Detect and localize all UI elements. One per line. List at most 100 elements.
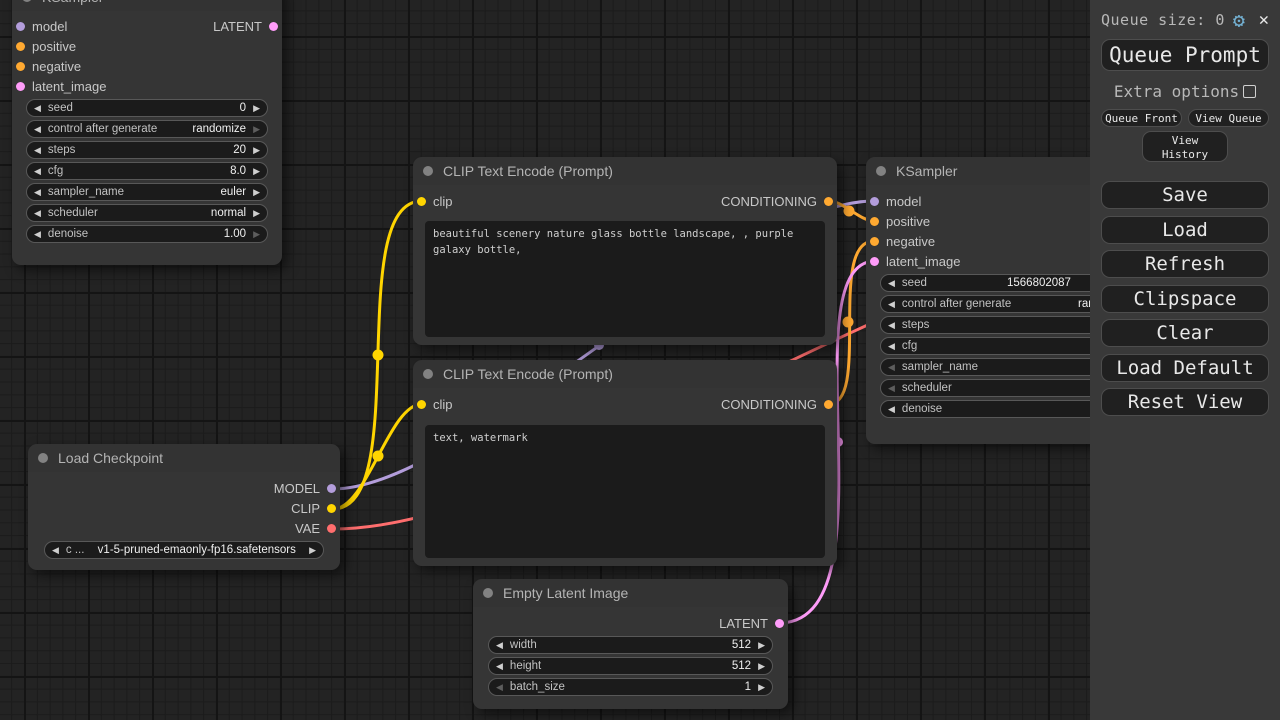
refresh-button[interactable]: Refresh xyxy=(1101,250,1269,278)
menu-sidebar: Queue size: 0 ⚙ ✕ Queue Prompt Extra opt… xyxy=(1090,0,1280,720)
queue-front-button[interactable]: Queue Front xyxy=(1101,109,1182,127)
input-label: positive xyxy=(886,214,930,229)
output-slot-latent[interactable] xyxy=(269,22,278,31)
node-load-checkpoint[interactable]: Load Checkpoint MODEL CLIP VAE ◀ c ... v… xyxy=(28,444,340,570)
increment-arrow-icon[interactable]: ▶ xyxy=(253,167,260,176)
output-slot-latent[interactable] xyxy=(775,619,784,628)
widget-value: euler xyxy=(221,186,247,198)
positive-prompt-textarea[interactable]: beautiful scenery nature glass bottle la… xyxy=(425,221,825,337)
widget-value: 20 xyxy=(233,144,246,156)
widget-label: c ... xyxy=(66,544,85,556)
decrement-arrow-icon[interactable]: ◀ xyxy=(34,104,41,113)
output-slot-vae[interactable] xyxy=(327,524,336,533)
widget-batch-size[interactable]: ◀ batch_size 1 ▶ xyxy=(488,678,773,696)
load-button[interactable]: Load xyxy=(1101,216,1269,244)
settings-gear-icon[interactable]: ⚙ xyxy=(1233,10,1245,30)
input-slot-model[interactable] xyxy=(16,22,25,31)
input-slot-latent-image[interactable] xyxy=(16,82,25,91)
decrement-arrow-icon[interactable]: ◀ xyxy=(52,546,59,555)
decrement-arrow-icon[interactable]: ◀ xyxy=(34,146,41,155)
increment-arrow-icon[interactable]: ▶ xyxy=(253,104,260,113)
node-ksampler-top-left[interactable]: KSampler model LATENT positive negative … xyxy=(12,0,282,265)
widget-width[interactable]: ◀ width 512 ▶ xyxy=(488,636,773,654)
node-title: KSampler xyxy=(42,0,103,5)
queue-prompt-button[interactable]: Queue Prompt xyxy=(1101,39,1269,71)
increment-arrow-icon[interactable]: ▶ xyxy=(253,125,260,134)
widget-label: steps xyxy=(902,319,930,331)
input-slot-clip[interactable] xyxy=(417,197,426,206)
increment-arrow-icon[interactable]: ▶ xyxy=(253,209,260,218)
increment-arrow-icon[interactable]: ▶ xyxy=(758,683,765,692)
decrement-arrow-icon[interactable]: ◀ xyxy=(34,230,41,239)
decrement-arrow-icon[interactable]: ◀ xyxy=(34,188,41,197)
reset-view-button[interactable]: Reset View xyxy=(1101,388,1269,416)
node-clip-text-encode-negative[interactable]: CLIP Text Encode (Prompt) clip CONDITION… xyxy=(413,360,837,566)
increment-arrow-icon[interactable]: ▶ xyxy=(253,188,260,197)
input-slot-model[interactable] xyxy=(870,197,879,206)
widget-steps[interactable]: ◀ steps 20 ▶ xyxy=(26,141,268,159)
output-slot-clip[interactable] xyxy=(327,504,336,513)
collapse-dot[interactable] xyxy=(22,0,32,2)
extra-options-checkbox[interactable] xyxy=(1243,85,1256,98)
output-slot-model[interactable] xyxy=(327,484,336,493)
node-empty-latent-image[interactable]: Empty Latent Image LATENT ◀ width 512 ▶ … xyxy=(473,579,788,709)
widget-ckpt-name[interactable]: ◀ c ... v1-5-pruned-emaonly-fp16.safeten… xyxy=(44,541,324,559)
input-slot-positive[interactable] xyxy=(870,217,879,226)
clear-button[interactable]: Clear xyxy=(1101,319,1269,347)
collapse-dot[interactable] xyxy=(423,166,433,176)
load-default-button[interactable]: Load Default xyxy=(1101,354,1269,382)
decrement-arrow-icon[interactable]: ◀ xyxy=(496,641,503,650)
output-slot-conditioning[interactable] xyxy=(824,197,833,206)
widget-sampler-name[interactable]: ◀ sampler_name euler ▶ xyxy=(26,183,268,201)
decrement-arrow-icon[interactable]: ◀ xyxy=(34,125,41,134)
decrement-arrow-icon[interactable]: ◀ xyxy=(34,167,41,176)
collapse-dot[interactable] xyxy=(423,369,433,379)
widget-denoise[interactable]: ◀ denoise 1.00 ▶ xyxy=(26,225,268,243)
decrement-arrow-icon[interactable]: ◀ xyxy=(888,279,895,288)
view-history-button[interactable]: View History xyxy=(1142,131,1228,162)
input-slot-clip[interactable] xyxy=(417,400,426,409)
input-slot-negative[interactable] xyxy=(16,62,25,71)
widget-value: 0 xyxy=(240,102,246,114)
widget-scheduler[interactable]: ◀ scheduler normal ▶ xyxy=(26,204,268,222)
clipspace-button[interactable]: Clipspace xyxy=(1101,285,1269,313)
decrement-arrow-icon[interactable]: ◀ xyxy=(888,405,895,414)
output-label: CLIP xyxy=(291,501,320,516)
widget-seed[interactable]: ◀ seed 0 ▶ xyxy=(26,99,268,117)
widget-label: scheduler xyxy=(902,382,952,394)
node-graph-canvas[interactable]: KSampler model LATENT positive negative … xyxy=(0,0,1280,720)
decrement-arrow-icon[interactable]: ◀ xyxy=(888,342,895,351)
input-slot-positive[interactable] xyxy=(16,42,25,51)
input-slot-negative[interactable] xyxy=(870,237,879,246)
view-queue-button[interactable]: View Queue xyxy=(1188,109,1269,127)
output-slot-conditioning[interactable] xyxy=(824,400,833,409)
close-menu-icon[interactable]: ✕ xyxy=(1259,12,1269,29)
decrement-arrow-icon[interactable]: ◀ xyxy=(888,384,895,393)
widget-label: scheduler xyxy=(48,207,98,219)
increment-arrow-icon[interactable]: ▶ xyxy=(253,146,260,155)
increment-arrow-icon[interactable]: ▶ xyxy=(758,641,765,650)
save-button[interactable]: Save xyxy=(1101,181,1269,209)
collapse-dot[interactable] xyxy=(876,166,886,176)
widget-control-after-generate[interactable]: ◀ control after generate randomize ▶ xyxy=(26,120,268,138)
decrement-arrow-icon[interactable]: ◀ xyxy=(888,300,895,309)
widget-height[interactable]: ◀ height 512 ▶ xyxy=(488,657,773,675)
decrement-arrow-icon[interactable]: ◀ xyxy=(888,321,895,330)
collapse-dot[interactable] xyxy=(38,453,48,463)
output-label: LATENT xyxy=(719,616,768,631)
negative-prompt-textarea[interactable]: text, watermark xyxy=(425,425,825,558)
decrement-arrow-icon[interactable]: ◀ xyxy=(496,683,503,692)
widget-cfg[interactable]: ◀ cfg 8.0 ▶ xyxy=(26,162,268,180)
input-label: negative xyxy=(886,234,935,249)
decrement-arrow-icon[interactable]: ◀ xyxy=(496,662,503,671)
wire-dot xyxy=(843,317,854,328)
input-label: latent_image xyxy=(32,79,106,94)
increment-arrow-icon[interactable]: ▶ xyxy=(758,662,765,671)
node-clip-text-encode-positive[interactable]: CLIP Text Encode (Prompt) clip CONDITION… xyxy=(413,157,837,345)
decrement-arrow-icon[interactable]: ◀ xyxy=(888,363,895,372)
input-slot-latent-image[interactable] xyxy=(870,257,879,266)
collapse-dot[interactable] xyxy=(483,588,493,598)
decrement-arrow-icon[interactable]: ◀ xyxy=(34,209,41,218)
increment-arrow-icon[interactable]: ▶ xyxy=(309,546,316,555)
increment-arrow-icon[interactable]: ▶ xyxy=(253,230,260,239)
